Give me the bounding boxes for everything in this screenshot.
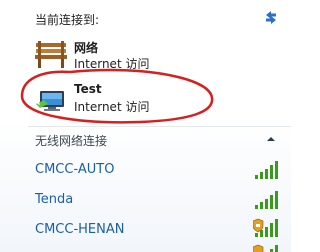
signal-strength-icon	[255, 161, 278, 179]
secured-signal-icon	[253, 218, 278, 237]
bench-icon	[35, 41, 67, 68]
network-status: Internet 访问	[74, 57, 150, 71]
network-name: 网络	[74, 41, 99, 55]
wifi-network-ssid[interactable]: CMCC-AUTO	[35, 162, 114, 177]
network-name: Test	[74, 82, 102, 96]
secured-signal-icon	[253, 244, 278, 252]
wifi-network-ssid[interactable]: CMCC-HENAN	[35, 222, 124, 237]
signal-strength-icon	[255, 191, 278, 209]
chevron-up-icon[interactable]	[266, 134, 276, 144]
network-status: Internet 访问	[74, 100, 150, 114]
connected-network-item[interactable]: 网络 Internet 访问	[30, 37, 230, 73]
network-computer-icon	[36, 91, 64, 111]
network-flyout: 当前连接到: 网络 Internet 访问 Test Internet 访问 无…	[0, 0, 291, 252]
wireless-section-header: 无线网络连接	[35, 134, 108, 148]
refresh-icon[interactable]	[262, 8, 280, 26]
current-connections-header: 当前连接到:	[35, 13, 100, 27]
wifi-network-ssid[interactable]: Tenda	[35, 192, 73, 207]
connected-network-item[interactable]: Test Internet 访问	[30, 80, 230, 116]
section-divider	[28, 126, 291, 127]
